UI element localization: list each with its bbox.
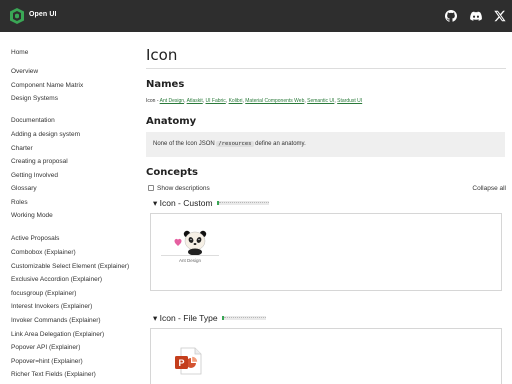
sidebar-item-glossary[interactable]: Glossary <box>11 185 37 193</box>
sidebar-item-home[interactable]: Home <box>11 49 28 57</box>
anatomy-code: /resources <box>216 141 254 147</box>
concept-progress-bar <box>221 316 266 320</box>
names-prefix: Icon - <box>146 98 160 104</box>
sidebar-item-roles[interactable]: Roles <box>11 199 28 207</box>
sidebar-item-overview[interactable]: Overview <box>11 68 38 76</box>
collapse-all-button[interactable]: Collapse all <box>472 185 506 192</box>
sidebar-item-getting-involved[interactable]: Getting Involved <box>11 172 58 180</box>
sidebar-item-documentation[interactable]: Documentation <box>11 117 55 125</box>
example-label: Ant Design <box>161 255 219 263</box>
show-descriptions-label: Show descriptions <box>157 185 210 192</box>
sidebar-item-richer-text-fields[interactable]: Richer Text Fields (Explainer) <box>11 371 96 379</box>
concept-header-icon-file-type[interactable]: ▾ Icon - File Type <box>153 313 266 324</box>
names-heading: Names <box>146 79 185 90</box>
concepts-heading: Concepts <box>146 167 198 178</box>
github-icon[interactable] <box>445 10 457 22</box>
brand-name[interactable]: Open UI <box>29 11 57 18</box>
x-twitter-icon[interactable] <box>494 10 506 22</box>
show-descriptions-toggle[interactable]: Show descriptions <box>148 185 210 192</box>
sidebar-item-popover-hint[interactable]: Popover=hint (Explainer) <box>11 358 83 366</box>
top-navbar: Open UI <box>0 0 512 32</box>
names-list: Icon - Ant Design, Atlaskit, UI Fabric, … <box>146 98 363 104</box>
title-divider <box>146 68 506 69</box>
sidebar-item-active-proposals[interactable]: Active Proposals <box>11 235 59 243</box>
sidebar-item-working-mode[interactable]: Working Mode <box>11 212 53 220</box>
panda-heart-icon <box>174 230 207 256</box>
show-descriptions-checkbox[interactable] <box>148 185 154 191</box>
sidebar-item-popover-api[interactable]: Popover API (Explainer) <box>11 344 80 352</box>
name-link-kolibri[interactable]: Kolibri <box>229 98 243 104</box>
sidebar-item-invoker-commands[interactable]: Invoker Commands (Explainer) <box>11 317 101 325</box>
discord-icon[interactable] <box>470 10 482 22</box>
svg-text:P: P <box>178 358 184 368</box>
sidebar-item-exclusive-accordion[interactable]: Exclusive Accordion (Explainer) <box>11 276 102 284</box>
sidebar-item-combobox[interactable]: Combobox (Explainer) <box>11 249 76 257</box>
concept-title: ▾ Icon - File Type <box>153 313 218 323</box>
sidebar-item-interest-invokers[interactable]: Interest Invokers (Explainer) <box>11 303 92 311</box>
powerpoint-file-icon: P <box>175 347 202 375</box>
anatomy-text: None of the Icon JSON /resources define … <box>153 141 306 147</box>
sidebar-item-creating-proposal[interactable]: Creating a proposal <box>11 158 68 166</box>
sidebar-item-link-area-delegation[interactable]: Link Area Delegation (Explainer) <box>11 331 104 339</box>
concept-card-icon-custom: Ant Design <box>150 213 502 291</box>
concept-progress-bar <box>216 201 269 205</box>
name-link-semantic-ui[interactable]: Semantic UI <box>307 98 334 104</box>
name-link-ant-design[interactable]: Ant Design <box>160 98 184 104</box>
name-link-ui-fabric[interactable]: UI Fabric <box>206 98 226 104</box>
concept-header-icon-custom[interactable]: ▾ Icon - Custom <box>153 198 269 209</box>
open-ui-logo-icon[interactable] <box>9 7 25 25</box>
sidebar-item-focusgroup[interactable]: focusgroup (Explainer) <box>11 290 76 298</box>
anatomy-text-before: None of the Icon JSON <box>153 141 217 147</box>
sidebar-item-customizable-select[interactable]: Customizable Select Element (Explainer) <box>11 263 129 271</box>
page-title: Icon <box>146 46 178 64</box>
name-link-material-components-web[interactable]: Material Components Web <box>245 98 304 104</box>
concept-title: ▾ Icon - Custom <box>153 198 213 208</box>
sidebar-item-charter[interactable]: Charter <box>11 145 33 153</box>
anatomy-note: None of the Icon JSON /resources define … <box>146 132 505 157</box>
concept-card-icon-file-type: P <box>150 328 502 384</box>
sidebar-item-component-name-matrix[interactable]: Component Name Matrix <box>11 82 83 90</box>
anatomy-heading: Anatomy <box>146 116 197 127</box>
name-link-atlaskit[interactable]: Atlaskit <box>187 98 203 104</box>
sidebar-item-design-systems[interactable]: Design Systems <box>11 95 58 103</box>
anatomy-text-after: define an anatomy. <box>253 141 306 147</box>
name-link-stardust-ui[interactable]: Stardust UI <box>337 98 362 104</box>
sidebar-item-adding-design-system[interactable]: Adding a design system <box>11 131 80 139</box>
